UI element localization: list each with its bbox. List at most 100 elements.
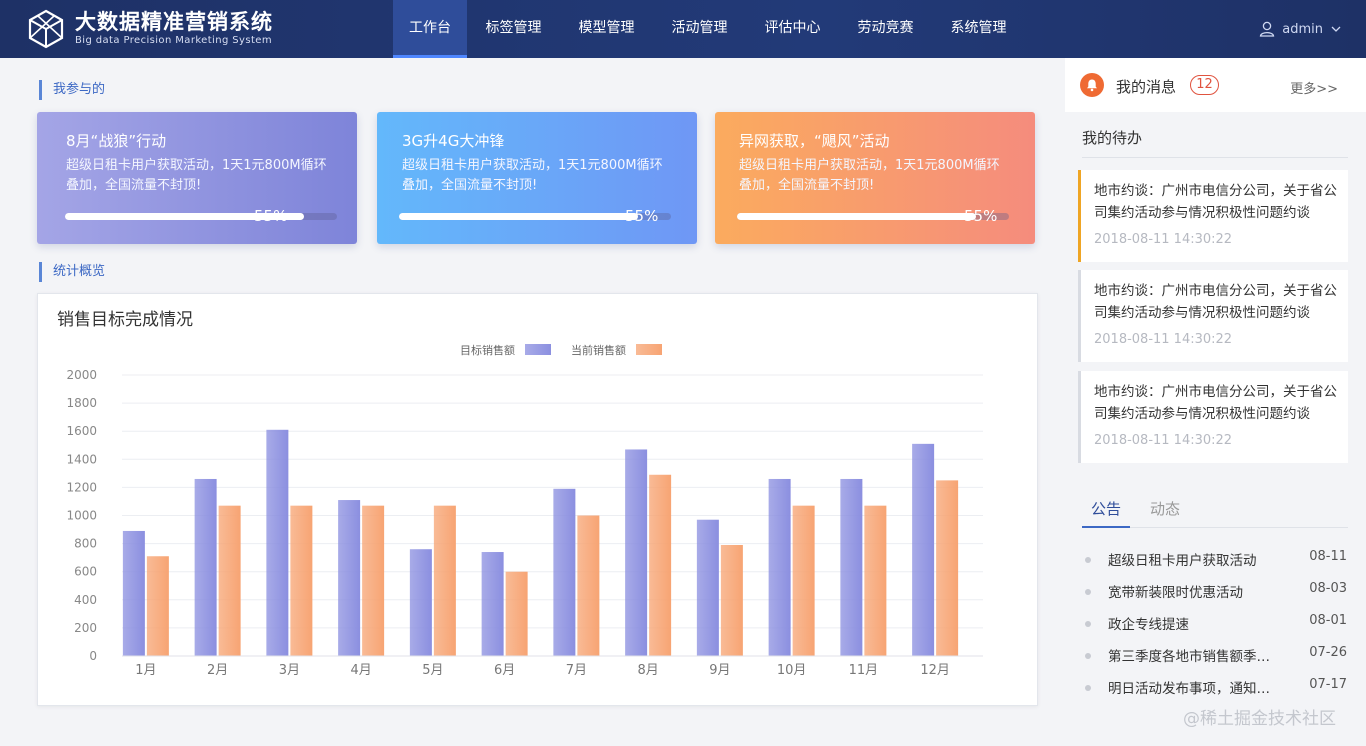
y-tick-label: 400 <box>74 593 97 607</box>
todo-text: 地市约谈：广州市电信分公司，关于省公司集约活动参与情况积极性问题约谈 <box>1094 384 1337 422</box>
legend-label: 目标销售额 <box>460 343 515 357</box>
notice-date: 08-01 <box>1309 613 1347 628</box>
bar-current <box>505 571 528 656</box>
progress-track <box>65 213 337 220</box>
legend-label: 当前销售额 <box>571 343 626 357</box>
bullet-dot <box>1085 589 1091 595</box>
logo-icon <box>28 9 64 49</box>
nav-item-activities[interactable]: 活动管理 <box>653 0 746 58</box>
legend-swatch <box>636 344 662 355</box>
y-tick-label: 1600 <box>66 424 97 438</box>
sales-chart-panel: 0 200 400 600 800 1000 1200 1400 1600 1800 2000 1月 2… <box>37 293 1038 706</box>
todo-title: 我的待办 <box>1082 129 1143 147</box>
todo-item[interactable]: 地市约谈：广州市电信分公司，关于省公司集约活动参与情况积极性问题约谈 2018-… <box>1078 170 1348 262</box>
bar-current <box>936 480 959 656</box>
card-description: 超级日租卡用户获取活动，1天1元800M循环叠加，全国流量不封顶! <box>66 158 327 193</box>
x-tick-label: 1月 <box>135 663 156 678</box>
card-title: 3G升4G大冲锋 <box>402 132 505 150</box>
notice-item[interactable]: 政企专线提速 08-01 <box>1085 611 1347 635</box>
notice-title: 宽带新装限时优惠活动 <box>1108 585 1243 601</box>
card-description: 超级日租卡用户获取活动，1天1元800M循环叠加，全国流量不封顶! <box>402 158 663 193</box>
todo-time: 2018-08-11 14:30:22 <box>1094 232 1233 247</box>
x-tick-label: 10月 <box>777 663 807 678</box>
nav-item-evaluation[interactable]: 评估中心 <box>746 0 839 58</box>
bar-current <box>433 505 456 656</box>
todo-text: 地市约谈：广州市电信分公司，关于省公司集约活动参与情况积极性问题约谈 <box>1094 283 1337 321</box>
section-label-overview: 统计概览 <box>39 262 105 282</box>
x-tick-label: 9月 <box>709 663 730 678</box>
bar-current <box>792 505 815 656</box>
bar-current <box>577 515 600 656</box>
y-tick-label: 0 <box>89 649 97 663</box>
x-tick-label: 7月 <box>566 663 587 678</box>
nav-item-workbench[interactable]: 工作台 <box>393 0 467 58</box>
y-tick-label: 1800 <box>66 396 97 410</box>
nav-item-system[interactable]: 系统管理 <box>932 0 1025 58</box>
y-tick-label: 2000 <box>66 368 97 382</box>
divider <box>1082 157 1348 158</box>
watermark: @稀土掘金技术社区 <box>1183 709 1336 729</box>
x-tick-label: 2月 <box>207 663 228 678</box>
notice-item[interactable]: 宽带新装限时优惠活动 08-03 <box>1085 579 1347 603</box>
x-tick-label: 11月 <box>849 663 879 678</box>
chevron-down-icon <box>1331 26 1341 32</box>
y-tick-label: 1000 <box>66 509 97 523</box>
bar-target <box>266 429 289 656</box>
card-title: 8月“战狼”行动 <box>66 132 167 150</box>
bar-current <box>864 505 887 656</box>
y-tick-label: 800 <box>74 537 97 551</box>
bar-target <box>768 478 791 656</box>
more-link[interactable]: 更多>> <box>1290 78 1338 97</box>
tab-updates[interactable]: 动态 <box>1150 498 1180 528</box>
notice-title: 超级日租卡用户获取活动 <box>1108 553 1257 569</box>
messages-title: 我的消息 <box>1116 78 1177 96</box>
message-count-badge: 12 <box>1190 75 1219 95</box>
progress-label: 55% <box>964 207 998 225</box>
notice-tabs: 公告 动态 <box>1082 492 1348 528</box>
x-tick-label: 6月 <box>494 663 515 678</box>
bar-target <box>553 488 576 656</box>
activity-card[interactable]: 3G升4G大冲锋 超级日租卡用户获取活动，1天1元800M循环叠加，全国流量不封… <box>377 112 697 244</box>
bullet-dot <box>1085 685 1091 691</box>
bar-target <box>122 530 145 656</box>
nav-item-competition[interactable]: 劳动竞赛 <box>839 0 932 58</box>
nav-item-models[interactable]: 模型管理 <box>560 0 653 58</box>
card-description: 超级日租卡用户获取活动，1天1元800M循环叠加，全国流量不封顶! <box>739 158 1000 193</box>
x-tick-label: 8月 <box>637 663 658 678</box>
activity-card[interactable]: 8月“战狼”行动 超级日租卡用户获取活动，1天1元800M循环叠加，全国流量不封… <box>37 112 357 244</box>
notice-item[interactable]: 超级日租卡用户获取活动 08-11 <box>1085 547 1347 571</box>
notice-item[interactable]: 明日活动发布事项，通知各地市 07-17 <box>1085 675 1347 699</box>
notice-date: 08-03 <box>1309 581 1347 596</box>
user-menu[interactable]: admin <box>1259 0 1348 58</box>
bar-current <box>146 556 169 656</box>
bell-icon <box>1080 73 1104 97</box>
x-tick-label: 5月 <box>422 663 443 678</box>
user-icon <box>1260 21 1275 37</box>
messages-header: 我的消息 12 更多>> <box>1065 58 1366 112</box>
todo-text: 地市约谈：广州市电信分公司，关于省公司集约活动参与情况积极性问题约谈 <box>1094 183 1337 221</box>
x-tick-label: 4月 <box>350 663 371 678</box>
bar-target <box>409 549 432 656</box>
nav-item-tags[interactable]: 标签管理 <box>467 0 560 58</box>
progress-label: 55% <box>254 207 288 225</box>
bar-current <box>720 545 743 656</box>
todo-item[interactable]: 地市约谈：广州市电信分公司，关于省公司集约活动参与情况积极性问题约谈 2018-… <box>1078 270 1348 362</box>
x-tick-label: 12月 <box>920 663 950 678</box>
bar-current <box>218 505 241 656</box>
bar-target <box>696 519 719 656</box>
sales-bar-chart: 0 200 400 600 800 1000 1200 1400 1600 1800 2000 1月 2… <box>66 343 983 678</box>
tab-announcements[interactable]: 公告 <box>1082 498 1130 528</box>
y-tick-label: 600 <box>74 565 97 579</box>
todo-item[interactable]: 地市约谈：广州市电信分公司，关于省公司集约活动参与情况积极性问题约谈 2018-… <box>1078 371 1348 463</box>
notice-item[interactable]: 第三季度各地市销售额季度汇总 07-26 <box>1085 643 1347 667</box>
x-tick-label: 3月 <box>279 663 300 678</box>
activity-card[interactable]: 异网获取，“飓风”活动 超级日租卡用户获取活动，1天1元800M循环叠加，全国流… <box>715 112 1035 244</box>
bullet-dot <box>1085 557 1091 563</box>
y-tick-label: 1200 <box>66 480 97 494</box>
main-nav: 工作台 标签管理 模型管理 活动管理 评估中心 劳动竞赛 系统管理 <box>393 0 1025 58</box>
bar-target <box>481 552 504 656</box>
bar-target <box>625 449 648 656</box>
notice-date: 07-26 <box>1309 645 1347 660</box>
chart-title: 销售目标完成情况 <box>57 310 193 330</box>
bar-target <box>338 500 361 656</box>
